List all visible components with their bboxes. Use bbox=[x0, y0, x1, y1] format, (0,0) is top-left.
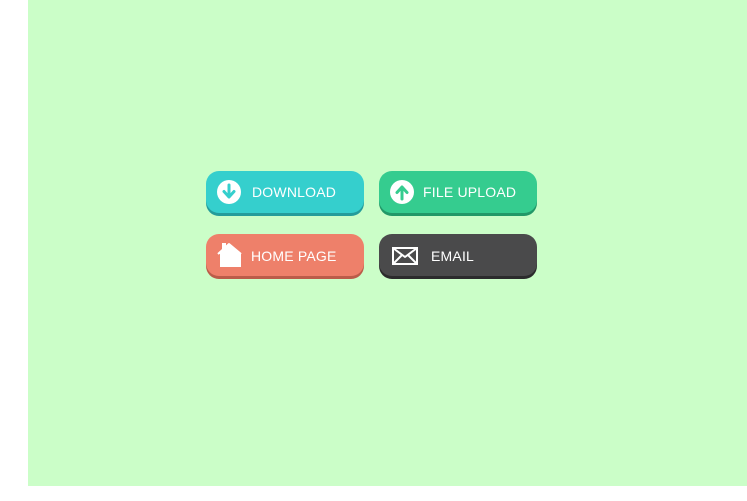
download-button-label: DOWNLOAD bbox=[252, 184, 337, 200]
download-arrow-icon bbox=[216, 179, 242, 205]
file-upload-button-label: FILE UPLOAD bbox=[423, 184, 517, 200]
email-button[interactable]: EMAIL bbox=[379, 234, 537, 276]
download-button[interactable]: DOWNLOAD bbox=[206, 171, 364, 213]
home-page-button[interactable]: HOME PAGE bbox=[206, 234, 364, 276]
upload-arrow-icon bbox=[389, 179, 415, 205]
house-icon bbox=[217, 242, 243, 268]
envelope-icon bbox=[392, 247, 418, 265]
email-button-label: EMAIL bbox=[431, 248, 475, 264]
home-page-button-label: HOME PAGE bbox=[251, 248, 337, 264]
file-upload-button[interactable]: FILE UPLOAD bbox=[379, 171, 537, 213]
button-showcase-canvas: DOWNLOAD FILE UPLOAD HOME PAGE EMAIL bbox=[28, 0, 747, 486]
